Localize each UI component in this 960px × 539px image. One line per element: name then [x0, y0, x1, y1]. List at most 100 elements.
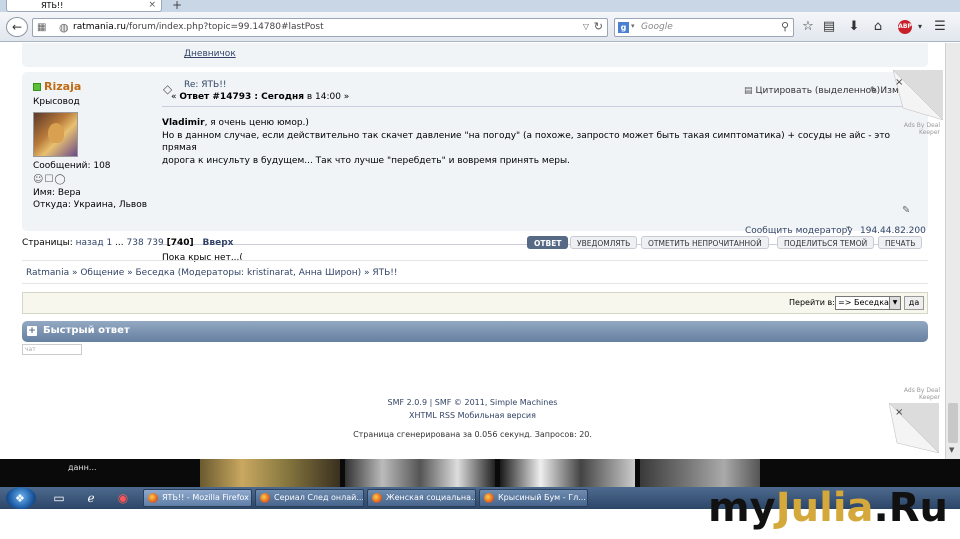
ad-label-line: Ads By Deal	[903, 387, 940, 394]
page-scrollbar[interactable]: ▼	[945, 43, 960, 459]
taskbar-item-label: Сериал След онлай...	[274, 493, 364, 502]
taskbar-item-social[interactable]: Женская социальна...	[367, 489, 476, 507]
reply-button[interactable]: ОТВЕТ	[527, 236, 569, 249]
reload-icon[interactable]: ↻	[594, 20, 603, 33]
taskbar-item-ratboom[interactable]: Крысиный Бум - Гл...	[479, 489, 588, 507]
share-topic-button[interactable]: ПОДЕЛИТЬСЯ ТЕМОЙ	[777, 236, 875, 249]
url-dropdown-icon[interactable]: ▽	[583, 22, 589, 31]
start-button[interactable]: ❖	[6, 487, 36, 509]
tab-close-icon[interactable]: ×	[148, 0, 156, 10]
jump-to-select[interactable]: => Беседка ▼	[835, 296, 901, 310]
pagination-ellipsis: ...	[115, 238, 124, 248]
back-to-top-link[interactable]: Вверх	[203, 238, 234, 248]
chevron-down-icon[interactable]: ▼	[889, 297, 900, 309]
url-text[interactable]: ratmania.ru/forum/index.php?topic=99.147…	[73, 21, 324, 34]
chat-input[interactable]: чат	[22, 344, 82, 355]
quote-icon: ▤	[744, 86, 753, 96]
pagination-back[interactable]: назад	[76, 238, 104, 248]
internet-explorer-icon[interactable]: ℯ	[82, 490, 100, 506]
profile-icon[interactable]: ☺	[33, 174, 44, 185]
avatar	[33, 112, 78, 157]
divider	[22, 283, 928, 284]
search-engine-dropdown-icon[interactable]: ▾	[631, 22, 635, 30]
home-icon[interactable]: ⌂	[870, 20, 886, 34]
diary-link[interactable]: Дневничок	[184, 49, 236, 59]
footer-credits[interactable]: SMF 2.0.9 | SMF © 2011, Simple Machines	[0, 398, 945, 407]
new-tab-button[interactable]: +	[168, 0, 186, 11]
close-ad-icon[interactable]: ×	[895, 77, 903, 88]
downloads-icon[interactable]: ⬇	[846, 20, 862, 34]
jump-go-button[interactable]: да	[904, 296, 924, 310]
breadcrumb[interactable]: Ratmania » Общение » Беседка (Модераторы…	[26, 268, 398, 278]
post-body-line: Vladimir, я очень ценю юмор.)	[162, 117, 902, 130]
desktop-photo	[345, 459, 495, 487]
url-path: /forum/index.php?topic=99.14780#lastPost	[126, 22, 324, 32]
pagination-page-1[interactable]: 1	[106, 238, 112, 248]
post-subject[interactable]: Re: ЯТЬ!!	[184, 80, 226, 90]
explorer-icon[interactable]: ▭	[50, 490, 68, 506]
google-icon[interactable]: g	[618, 22, 629, 33]
tab-title: ЯТЬ!!	[41, 1, 64, 10]
quote-button[interactable]: ▤ Цитировать (выделенное)	[744, 86, 880, 96]
quick-reply-title: Быстрый ответ	[43, 325, 130, 336]
ad-label-line: Keeper	[919, 129, 940, 136]
poster-name[interactable]: Rizaja	[44, 80, 81, 93]
pagination-label: Страницы:	[22, 238, 76, 248]
footer-stats: Страница сгенерирована за 0.056 секунд. …	[353, 430, 592, 439]
personal-message-icon[interactable]: ☐	[44, 174, 54, 185]
close-ad-icon[interactable]: ×	[895, 407, 903, 418]
taskbar-item-series[interactable]: Сериал След онлай...	[255, 489, 364, 507]
profile-icons: ☺☐◯	[33, 174, 67, 185]
bookmark-star-icon[interactable]: ☆	[800, 20, 816, 34]
quick-reply-header[interactable]: + Быстрый ответ	[22, 321, 928, 342]
search-placeholder: Google	[641, 22, 673, 32]
report-icon[interactable]: ✎	[902, 205, 910, 216]
forum-post: Rizaja Крысовод Сообщений: 108 ☺☐◯ Имя: …	[22, 72, 928, 263]
address-bar[interactable]: ▦ ◍ ratmania.ru/forum/index.php?topic=99…	[32, 18, 608, 37]
desktop-strip-text: данн...	[68, 463, 97, 472]
jump-to-box: Перейти в: => Беседка ▼ да	[22, 292, 928, 314]
reply-meta: « Ответ #14793 : Сегодня в 14:00 »	[171, 92, 349, 102]
poster-title: Крысовод	[33, 97, 80, 107]
page-content: Дневничок Rizaja Крысовод Сообщений: 108…	[0, 43, 945, 459]
back-button[interactable]: ←	[6, 17, 28, 37]
reply-time: в 14:00 »	[303, 92, 350, 102]
desktop-strip: данн...	[0, 459, 960, 487]
watermark-part: Julia	[775, 485, 874, 531]
pagination-current: [740]	[166, 238, 194, 248]
search-bar[interactable]: g ▾ Google ⚲	[614, 18, 794, 37]
search-icon[interactable]: ⚲	[781, 20, 789, 33]
print-button[interactable]: ПЕЧАТЬ	[878, 236, 923, 249]
scrollbar-thumb[interactable]	[948, 403, 958, 443]
ad-label: Ads By Deal Keeper	[880, 122, 940, 136]
report-to-moderator-link[interactable]: Сообщить модератору	[745, 226, 853, 236]
opera-icon[interactable]: ◉	[114, 490, 132, 506]
poster-real-name: Имя: Вера	[33, 188, 81, 198]
firefox-icon	[372, 493, 382, 503]
footer-links[interactable]: XHTML RSS Мобильная версия	[0, 411, 945, 420]
scroll-down-icon[interactable]: ▼	[949, 446, 954, 454]
post-body-line: Но в данном случае, если действительно т…	[162, 130, 891, 154]
ip-address[interactable]: 194.44.82.200	[860, 226, 926, 236]
post-body-text: , я очень ценю юмор.)	[204, 118, 309, 128]
pagination: Страницы: назад 1 ... 738 739 [740] Ввер…	[22, 238, 233, 248]
taskbar-item-firefox-current[interactable]: ЯТЬ!! - Mozilla Firefox	[143, 489, 252, 507]
adblock-dropdown-icon[interactable]: ▾	[912, 20, 928, 34]
pagination-page-739[interactable]: 739	[147, 238, 164, 248]
mark-unread-button[interactable]: ОТМЕТИТЬ НЕПРОЧИТАННОЙ	[641, 236, 769, 249]
taskbar-item-label: Крысиный Бум - Гл...	[498, 493, 586, 502]
menu-icon[interactable]: ☰	[932, 20, 948, 34]
bookmarks-list-icon[interactable]: ▤	[821, 20, 837, 34]
adblock-icon[interactable]: ABP	[898, 20, 912, 34]
ad-label: Ads By Deal Keeper	[880, 387, 940, 401]
browser-tab[interactable]: ЯТЬ!! ×	[6, 0, 162, 12]
previous-post-signature: Дневничок	[22, 43, 928, 67]
skype-icon[interactable]: ◯	[54, 174, 66, 185]
expand-icon[interactable]: +	[27, 326, 37, 336]
pagination-page-738[interactable]: 738	[127, 238, 144, 248]
firefox-icon	[484, 493, 494, 503]
post-signature: Пока крыс нет...(	[162, 253, 243, 263]
page-info-icon[interactable]: ▦	[37, 22, 46, 33]
notify-button[interactable]: УВЕДОМЛЯТЬ	[570, 236, 638, 249]
back-arrow-icon: ←	[11, 20, 23, 34]
